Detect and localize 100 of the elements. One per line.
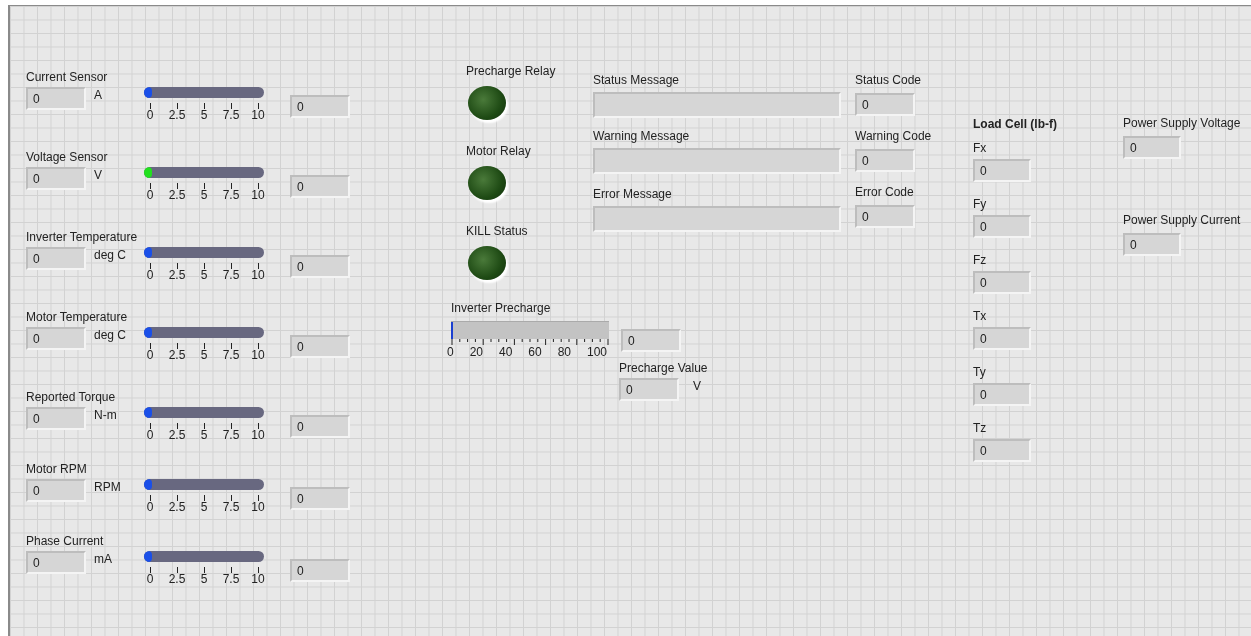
unit-label: V xyxy=(93,167,103,182)
scale-label: 0 xyxy=(146,429,154,442)
field-label: Warning Message xyxy=(593,129,691,143)
scale-label: 2.5 xyxy=(168,349,186,362)
sensor-label: Voltage Sensor xyxy=(26,150,109,164)
slider-track[interactable] xyxy=(144,87,264,98)
scale-label: 100 xyxy=(586,346,607,359)
numeric-display: 0 xyxy=(290,335,350,358)
numeric-display: 0 xyxy=(973,439,1031,462)
scale-label: 5 xyxy=(200,573,208,586)
field-label: Fx xyxy=(973,141,988,155)
numeric-input[interactable]: 0 xyxy=(26,327,86,350)
scale-label: 0 xyxy=(146,189,154,202)
unit-label: deg C xyxy=(93,247,128,262)
slider-track[interactable] xyxy=(144,167,264,178)
scale-label: 80 xyxy=(557,346,571,359)
scale-label: 10 xyxy=(251,109,265,122)
sensor-label: Motor RPM xyxy=(26,462,88,476)
scale-label: 7.5 xyxy=(222,189,240,202)
led-label: Motor Relay xyxy=(466,144,532,158)
field-label: Power Supply Current xyxy=(1123,213,1241,227)
progress-label: Inverter Precharge xyxy=(451,301,552,315)
field-label: Warning Code xyxy=(855,129,933,143)
numeric-display: 0 xyxy=(290,487,350,510)
slider-track[interactable] xyxy=(144,407,264,418)
slider-track[interactable] xyxy=(144,551,264,562)
numeric-display: 0 xyxy=(855,149,915,172)
scale-label: 2.5 xyxy=(168,501,186,514)
scale-label: 2.5 xyxy=(168,573,186,586)
slider-track[interactable] xyxy=(144,247,264,258)
numeric-display: 0 xyxy=(973,383,1031,406)
led-label: Precharge Relay xyxy=(466,64,557,78)
scale-label: 0 xyxy=(146,109,154,122)
numeric-display: 0 xyxy=(621,329,681,352)
numeric-input[interactable]: 0 xyxy=(26,551,86,574)
field-label: Status Message xyxy=(593,73,681,87)
numeric-display: 0 xyxy=(290,95,350,118)
numeric-display: 0 xyxy=(973,271,1031,294)
scale-label: 10 xyxy=(251,189,265,202)
field-label: Error Code xyxy=(855,185,915,199)
field-label: Fy xyxy=(973,197,988,211)
numeric-display: 0 xyxy=(973,327,1031,350)
field-label: Power Supply Voltage xyxy=(1123,116,1241,130)
numeric-display: 0 xyxy=(290,255,350,278)
field-label: Tz xyxy=(973,421,988,435)
numeric-display: 0 xyxy=(973,215,1031,238)
numeric-input[interactable]: 0 xyxy=(26,167,86,190)
scale-label: 2.5 xyxy=(168,109,186,122)
sensor-label: Current Sensor xyxy=(26,70,109,84)
scale-label: 7.5 xyxy=(222,109,240,122)
scale-label: 10 xyxy=(251,429,265,442)
numeric-display: 0 xyxy=(290,559,350,582)
numeric-input[interactable]: 0 xyxy=(26,407,86,430)
unit-label: A xyxy=(93,87,103,102)
field-label: Ty xyxy=(973,365,987,379)
scale-label: 0 xyxy=(146,573,154,586)
field-label: Status Code xyxy=(855,73,923,87)
numeric-input[interactable]: 0 xyxy=(26,479,86,502)
field-label: Fz xyxy=(973,253,988,267)
scale-label: 60 xyxy=(528,346,542,359)
scale-label: 40 xyxy=(499,346,513,359)
slider-track[interactable] xyxy=(144,479,264,490)
scale-label: 0 xyxy=(146,501,154,514)
field-label: Error Message xyxy=(593,187,673,201)
unit-label: RPM xyxy=(93,479,122,494)
group-title: Load Cell (lb-f) xyxy=(973,117,1058,131)
numeric-display: 0 xyxy=(290,175,350,198)
scale-label: 7.5 xyxy=(222,573,240,586)
scale-label: 20 xyxy=(469,346,483,359)
scale-label: 7.5 xyxy=(222,349,240,362)
numeric-display: 0 xyxy=(855,205,915,228)
scale-label: 10 xyxy=(251,573,265,586)
scale-label: 7.5 xyxy=(222,501,240,514)
sensor-label: Inverter Temperature xyxy=(26,230,139,244)
numeric-display: 0 xyxy=(619,378,679,401)
scale-label: 2.5 xyxy=(168,269,186,282)
numeric-display: 0 xyxy=(855,93,915,116)
scale-label: 5 xyxy=(200,349,208,362)
unit-label: V xyxy=(692,378,701,395)
numeric-input[interactable]: 0 xyxy=(26,247,86,270)
scale-label: 10 xyxy=(251,269,265,282)
unit-label: N-m xyxy=(93,407,118,422)
slider-track[interactable] xyxy=(144,327,264,338)
numeric-display: 0 xyxy=(1123,136,1181,159)
scale-label: 5 xyxy=(200,189,208,202)
numeric-input[interactable]: 0 xyxy=(26,87,86,110)
scale-label: 5 xyxy=(200,501,208,514)
scale-label: 0 xyxy=(146,269,154,282)
scale-label: 0 xyxy=(146,349,154,362)
scale-label: 5 xyxy=(200,269,208,282)
unit-label: deg C xyxy=(93,327,128,342)
scale-label: 2.5 xyxy=(168,189,186,202)
sensor-label: Motor Temperature xyxy=(26,310,129,324)
scale-label: 10 xyxy=(251,349,265,362)
scale-label: 10 xyxy=(251,501,265,514)
scale-label: 5 xyxy=(200,109,208,122)
scale-label: 7.5 xyxy=(222,269,240,282)
numeric-display: 0 xyxy=(973,159,1031,182)
scale-label: 2.5 xyxy=(168,429,186,442)
led-label: KILL Status xyxy=(466,224,529,238)
